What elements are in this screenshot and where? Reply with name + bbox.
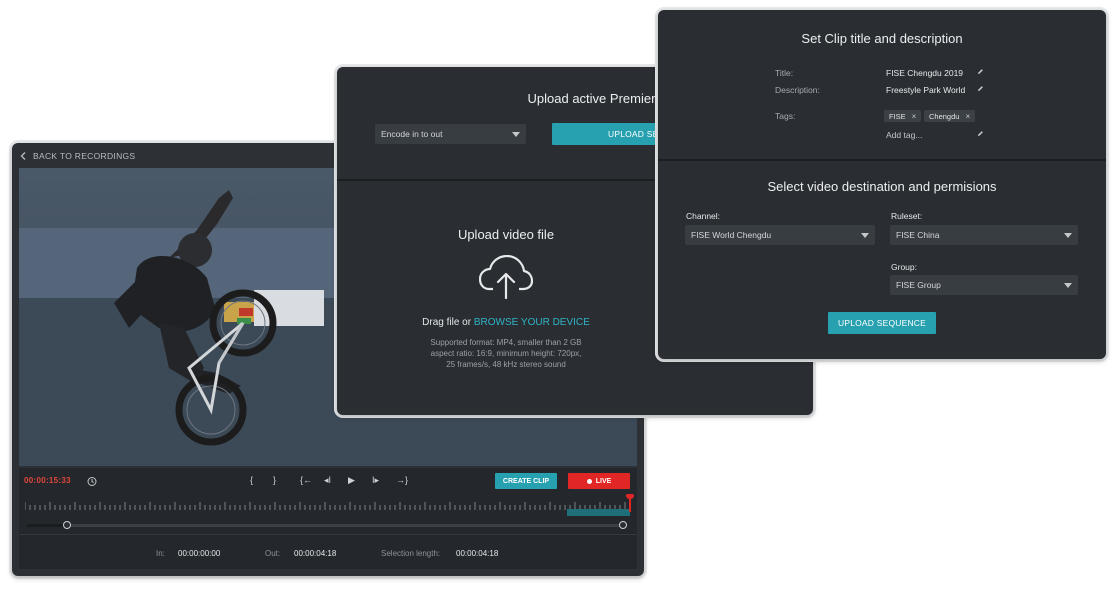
browse-device-link[interactable]: BROWSE YOUR DEVICE — [474, 317, 590, 328]
live-button[interactable]: LIVE — [568, 473, 630, 489]
out-label: Out: — [265, 549, 281, 558]
out-value: 00:00:04:18 — [294, 549, 337, 558]
tags-label: Tags: — [775, 111, 796, 121]
timeline-ruler — [25, 502, 626, 510]
chevron-left-icon — [20, 152, 26, 160]
selection-length-value: 00:00:04:18 — [456, 549, 499, 558]
clip-divider — [658, 159, 1106, 161]
tag-chip: FISE × — [884, 110, 922, 122]
tag-label: Chengdu — [929, 111, 960, 121]
encode-range-select[interactable]: Encode in to out — [375, 124, 526, 144]
go-to-in-button[interactable]: {← — [300, 475, 312, 485]
go-to-out-button[interactable]: →} — [396, 475, 408, 485]
ruleset-value: FISE China — [896, 230, 940, 240]
live-label: LIVE — [595, 477, 612, 485]
destination-title: Select video destination and permisions — [767, 179, 997, 194]
group-select[interactable]: FISE Group — [890, 275, 1078, 295]
title-value[interactable]: FISE Chengdu 2019 — [886, 68, 963, 78]
mark-in-button[interactable]: { — [250, 475, 253, 485]
ruleset-label: Ruleset: — [891, 211, 923, 221]
channel-label: Channel: — [686, 211, 721, 221]
clip-details-panel: Set Clip title and description Title: FI… — [658, 10, 1106, 359]
channel-select[interactable]: FISE World Chengdu — [685, 225, 875, 245]
add-tag-input[interactable]: Add tag... — [886, 130, 922, 140]
live-dot-icon — [586, 478, 592, 484]
edit-tags-icon[interactable] — [977, 130, 984, 137]
in-label: In: — [156, 549, 165, 558]
description-label: Description: — [775, 85, 820, 95]
drag-file-label: Drag file or — [422, 317, 472, 328]
clip-upload-sequence-button[interactable]: UPLOAD SEQUENCE — [828, 312, 936, 334]
player-controls: 00:00:15:33 { } {← ◂I ▶ I▸ →} CREATE CLI… — [19, 468, 637, 494]
ruleset-select[interactable]: FISE China — [890, 225, 1078, 245]
tag-chip: Chengdu × — [924, 110, 976, 122]
step-forward-button[interactable]: I▸ — [372, 475, 379, 486]
back-link-label: BACK TO RECORDINGS — [33, 151, 136, 161]
play-button[interactable]: ▶ — [348, 475, 355, 486]
edit-title-icon[interactable] — [977, 68, 984, 75]
scrub-track[interactable] — [27, 521, 627, 529]
playhead[interactable] — [629, 496, 631, 512]
scrub-fill — [27, 524, 67, 527]
channel-value: FISE World Chengdu — [691, 230, 772, 240]
remove-tag-icon[interactable]: × — [912, 112, 917, 121]
chevron-down-icon — [1064, 283, 1072, 288]
chevron-down-icon — [861, 233, 869, 238]
chevron-down-icon — [1064, 233, 1072, 238]
upload-video-title: Upload video file — [457, 227, 555, 242]
format-requirement-line-3: 25 frames/s, 48 kHz stereo sound — [446, 360, 566, 369]
back-to-recordings-link[interactable]: BACK TO RECORDINGS — [20, 148, 135, 164]
encode-range-value: Encode in to out — [381, 129, 443, 139]
scrub-start-handle[interactable] — [63, 521, 71, 529]
group-label: Group: — [891, 262, 917, 272]
title-label: Title: — [775, 68, 794, 78]
current-timecode: 00:00:15:33 — [24, 476, 71, 485]
step-back-button[interactable]: ◂I — [324, 475, 331, 486]
drag-drop-text: Drag file or BROWSE YOUR DEVICE — [337, 317, 675, 328]
scrub-end-handle[interactable] — [619, 521, 627, 529]
format-requirement-line-1: Supported format: MP4, smaller than 2 GB — [430, 338, 582, 347]
timer-icon[interactable] — [87, 476, 97, 486]
chevron-down-icon — [512, 132, 520, 137]
selection-length-label: Selection length: — [381, 549, 441, 558]
description-value[interactable]: Freestyle Park World — [886, 85, 965, 95]
edit-description-icon[interactable] — [977, 85, 984, 92]
selection-range[interactable] — [567, 509, 630, 516]
tag-label: FISE — [889, 111, 906, 121]
mark-out-button[interactable]: } — [273, 475, 276, 485]
remove-tag-icon[interactable]: × — [965, 112, 970, 121]
selection-info-bar: In: 00:00:00:00 Out: 00:00:04:18 Selecti… — [19, 534, 637, 569]
create-clip-button[interactable]: CREATE CLIP — [495, 473, 557, 489]
group-value: FISE Group — [896, 280, 941, 290]
format-requirement-line-2: aspect ratio: 16:9, minimum height: 720p… — [430, 349, 582, 358]
cloud-upload-icon[interactable] — [479, 255, 533, 299]
timeline[interactable] — [19, 494, 637, 534]
in-value: 00:00:00:00 — [178, 549, 221, 558]
clip-details-title: Set Clip title and description — [801, 31, 963, 46]
